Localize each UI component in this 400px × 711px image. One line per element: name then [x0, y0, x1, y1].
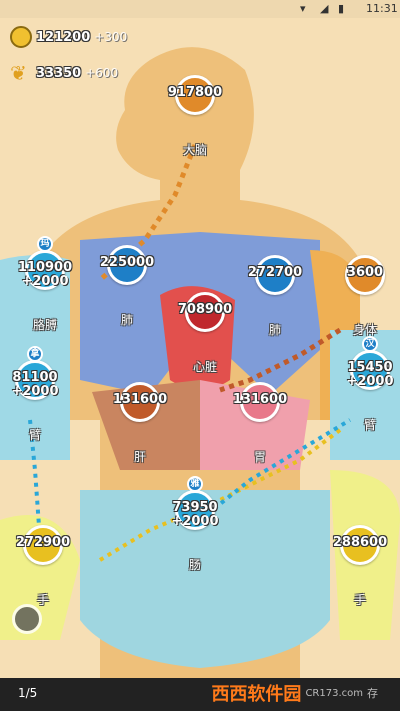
watermark: 西西软件园 CR173.com 存 [211, 680, 378, 706]
watermark-extra: 存 [367, 687, 378, 700]
node-count: 131600 [112, 392, 168, 407]
node-label: 大脑 [182, 143, 207, 157]
node-owner-badge: 玛 [37, 236, 53, 252]
node-plus: +2000 [171, 514, 219, 529]
gold-coin-icon [10, 26, 32, 48]
node-label: 胳膊 [32, 318, 57, 332]
node-owner-badge: 雅 [187, 476, 203, 492]
node-count: 708900 [177, 302, 233, 317]
wheat-icon: ❦ [10, 61, 27, 85]
node-count: 272700 [247, 265, 303, 280]
node-label: 胃 [253, 450, 266, 464]
node-count: 110900 [17, 260, 73, 275]
node-label: 肠 [188, 558, 201, 572]
pager-bar: 1/5 西西软件园 CR173.com 存 [0, 678, 400, 711]
page-indicator: 1/5 [18, 686, 38, 700]
node-count: 73950 [172, 500, 218, 515]
node-count: 272900 [15, 535, 71, 550]
node-plus: +2000 [346, 374, 394, 389]
node-plus: +2000 [21, 274, 69, 289]
node-count: 15450 [347, 360, 393, 375]
node-label: 臂 [363, 418, 376, 432]
node-label: 身体 [352, 323, 377, 337]
node-count: 3600 [346, 265, 384, 280]
node-label: 手 [353, 593, 366, 607]
node-label: 心脏 [192, 360, 217, 374]
node-count: 917800 [167, 85, 223, 100]
gold-counter: 121200 +300 [10, 26, 127, 48]
node-label: 肺 [120, 313, 133, 327]
toggle-button[interactable] [12, 604, 42, 634]
node-owner-badge: 汉 [362, 336, 378, 352]
node-count: 288600 [332, 535, 388, 550]
node-count: 225000 [99, 255, 155, 270]
grain-counter: ❦ 33350 +600 [10, 61, 119, 85]
node-label: 臂 [28, 428, 41, 442]
node-label: 肺 [268, 323, 281, 337]
node-count: 131600 [232, 392, 288, 407]
watermark-main: 西西软件园 [211, 684, 302, 705]
node-count: 81100 [12, 370, 58, 385]
node-label: 肝 [133, 450, 146, 464]
watermark-sub: CR173.com [305, 687, 363, 699]
node-plus: +2000 [11, 384, 59, 399]
node-owner-badge: 拿 [27, 346, 43, 362]
